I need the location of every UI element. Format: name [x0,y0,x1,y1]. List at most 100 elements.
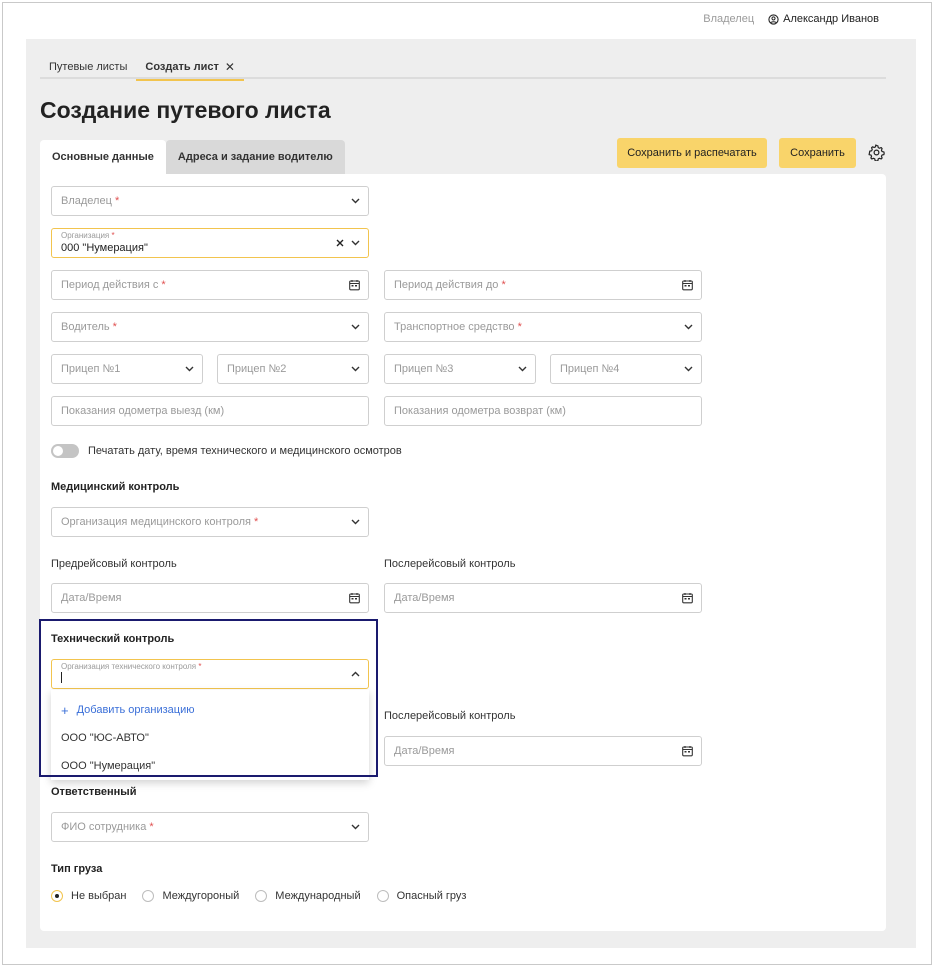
user-name: Александр Иванов [783,13,879,25]
organization-select[interactable]: Организация * 000 "Нумерация" [51,228,369,258]
technical-post-placeholder: Дата/Время [394,745,455,757]
cargo-radio-not-selected[interactable]: Не выбран [51,890,126,902]
technical-org-text-cursor [61,671,62,687]
technical-control-title: Технический контроль [51,633,175,645]
cargo-type-title: Тип груза [51,863,103,875]
user-icon [768,13,779,25]
cargo-radio-international[interactable]: Международный [255,890,361,902]
cargo-radio-label: Не выбран [71,890,127,902]
period-to-placeholder: Период действия до * [394,279,506,291]
medical-pre-label: Предрейсовый контроль [51,558,177,570]
user-menu[interactable]: Александр Иванов [768,13,879,25]
vehicle-select[interactable]: Транспортное средство * [384,312,702,342]
organization-label: Организация * [61,231,115,240]
chevron-down-icon [185,366,194,372]
trailer-1-select[interactable]: Прицеп №1 [51,354,203,384]
odometer-back-input[interactable]: Показания одометра возврат (км) [384,396,702,426]
medical-pre-placeholder: Дата/Время [61,592,122,604]
cargo-radio-label: Междугороный [162,890,240,902]
print-inspection-toggle[interactable] [51,444,79,458]
cargo-radio-intercity[interactable]: Междугороный [142,890,239,902]
add-organization-label: Добавить организацию [76,704,195,716]
chevron-down-icon [351,240,360,246]
owner-select[interactable]: Владелец * [51,186,369,216]
tab-waybills-label: Путевые листы [49,61,128,73]
technical-post-datetime[interactable]: Дата/Время [384,736,702,766]
trailer-2-placeholder: Прицеп №2 [227,363,287,375]
chevron-up-icon [351,671,360,677]
add-organization-option[interactable]: + Добавить организацию [51,696,369,724]
owner-link[interactable]: Владелец [703,13,754,25]
chevron-down-icon [351,519,360,525]
radio-checked-icon [51,890,63,902]
calendar-icon[interactable] [349,593,360,604]
medical-post-label: Послерейсовый контроль [384,558,516,570]
save-button[interactable]: Сохранить [779,138,856,168]
chevron-down-icon [351,366,360,372]
tab-main-data[interactable]: Основные данные [40,140,166,174]
workspace: Путевые листы Создать лист ✕ Создание пут… [26,39,916,948]
driver-select[interactable]: Водитель * [51,312,369,342]
trailer-2-select[interactable]: Прицеп №2 [217,354,369,384]
app-frame: Владелец Александр Иванов Путевые листы … [2,2,932,965]
trailer-4-select[interactable]: Прицеп №4 [550,354,702,384]
cargo-radio-label: Международный [275,890,361,902]
organization-value: 000 "Нумерация" [61,242,148,254]
medical-pre-datetime[interactable]: Дата/Время [51,583,369,613]
technical-org-dropdown: + Добавить организацию ООО "ЮС-АВТО" ООО … [51,690,369,780]
trailer-3-select[interactable]: Прицеп №3 [384,354,536,384]
chevron-down-icon [684,366,693,372]
odometer-out-placeholder: Показания одометра выезд (км) [61,405,225,417]
odometer-out-input[interactable]: Показания одометра выезд (км) [51,396,369,426]
period-from-placeholder: Период действия с * [61,279,166,291]
calendar-icon[interactable] [349,280,360,291]
tab-create-sheet[interactable]: Создать лист ✕ [136,55,244,81]
medical-control-title: Медицинский контроль [51,481,180,493]
trailer-4-placeholder: Прицеп №4 [560,363,620,375]
vehicle-placeholder: Транспортное средство * [394,321,522,333]
period-from-input[interactable]: Период действия с * [51,270,369,300]
calendar-icon[interactable] [682,593,693,604]
dropdown-option[interactable]: ООО "Нумерация" [51,752,369,780]
radio-unchecked-icon [142,890,155,902]
cargo-radio-dangerous[interactable]: Опасный груз [376,890,467,902]
chevron-down-icon [351,198,360,204]
calendar-icon[interactable] [682,280,693,291]
chevron-down-icon [518,366,527,372]
gear-icon[interactable] [868,144,885,161]
technical-org-combobox[interactable]: Организация технического контроля * [51,659,369,689]
close-icon[interactable]: ✕ [225,60,235,74]
chevron-down-icon [351,824,360,830]
form-card: Владелец * Организация * 000 "Нумерация"… [40,174,886,931]
medical-org-placeholder: Организация медицинского контроля * [61,516,259,528]
medical-org-select[interactable]: Организация медицинского контроля * [51,507,369,537]
trailer-3-placeholder: Прицеп №3 [394,363,454,375]
responsible-select[interactable]: ФИО сотрудника * [51,812,369,842]
form-tabs: Основные данные Адреса и задание водител… [40,140,345,174]
technical-post-label: Послерейсовый контроль [384,710,516,722]
medical-post-placeholder: Дата/Время [394,592,455,604]
clear-icon[interactable] [336,239,344,247]
top-bar: Владелец Александр Иванов [703,13,879,25]
plus-icon: + [61,702,69,718]
driver-placeholder: Водитель * [61,321,117,333]
radio-unchecked-icon [255,890,268,902]
medical-post-datetime[interactable]: Дата/Время [384,583,702,613]
dropdown-option[interactable]: ООО "ЮС-АВТО" [51,724,369,752]
cargo-type-radio-group: Не выбран Междугороный Международный Опа… [51,890,482,902]
trailer-1-placeholder: Прицеп №1 [61,363,121,375]
chevron-down-icon [684,324,693,330]
page-title: Создание путевого листа [40,97,331,123]
tab-addresses[interactable]: Адреса и задание водителю [165,140,345,174]
save-and-print-button[interactable]: Сохранить и распечатать [617,138,767,168]
radio-unchecked-icon [376,890,389,902]
cargo-radio-label: Опасный груз [396,890,467,902]
tab-waybills[interactable]: Путевые листы [40,55,136,79]
period-to-input[interactable]: Период действия до * [384,270,702,300]
tab-create-sheet-label: Создать лист [145,61,219,73]
responsible-placeholder: ФИО сотрудника * [61,821,154,833]
chevron-down-icon [351,324,360,330]
calendar-icon[interactable] [682,746,693,757]
technical-org-label: Организация технического контроля * [61,661,202,671]
odometer-back-placeholder: Показания одометра возврат (км) [394,405,566,417]
